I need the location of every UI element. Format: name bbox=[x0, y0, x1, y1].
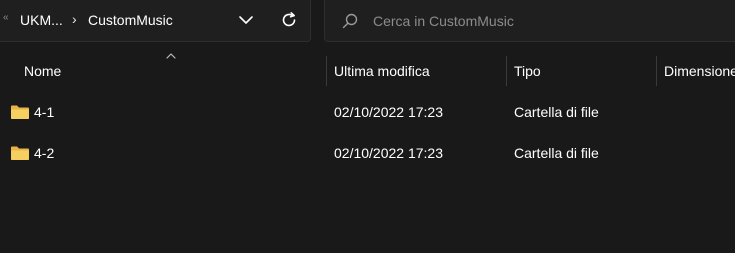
search-box[interactable] bbox=[324, 0, 735, 42]
file-modified: 02/10/2022 17:23 bbox=[334, 104, 443, 120]
file-modified: 02/10/2022 17:23 bbox=[334, 145, 443, 161]
search-input[interactable] bbox=[373, 10, 733, 32]
column-divider[interactable] bbox=[656, 56, 657, 86]
file-type: Cartella di file bbox=[514, 104, 599, 120]
file-explorer-window: « UKM... › CustomMusic Nome Ultima modif… bbox=[0, 0, 735, 253]
breadcrumb-root[interactable]: UKM... bbox=[20, 12, 63, 28]
column-header-name[interactable]: Nome bbox=[24, 52, 324, 90]
column-divider[interactable] bbox=[326, 56, 327, 86]
search-icon bbox=[342, 13, 358, 29]
folder-icon bbox=[11, 146, 29, 160]
overflow-crumbs-button[interactable]: « bbox=[3, 12, 9, 23]
file-name[interactable]: 4-1 bbox=[34, 92, 54, 132]
breadcrumb-current[interactable]: CustomMusic bbox=[88, 12, 173, 28]
column-headers: Nome Ultima modifica Tipo Dimensione bbox=[0, 52, 735, 90]
column-header-size[interactable]: Dimensione bbox=[664, 52, 735, 90]
chevron-down-icon[interactable] bbox=[236, 10, 256, 30]
breadcrumb-separator-icon[interactable]: › bbox=[72, 11, 77, 27]
file-name[interactable]: 4-2 bbox=[34, 133, 54, 173]
file-type: Cartella di file bbox=[514, 145, 599, 161]
folder-icon bbox=[11, 105, 29, 119]
column-header-modified[interactable]: Ultima modifica bbox=[334, 52, 504, 90]
file-row[interactable]: 4-2 02/10/2022 17:23 Cartella di file bbox=[0, 133, 735, 173]
column-divider[interactable] bbox=[506, 56, 507, 86]
file-row[interactable]: 4-1 02/10/2022 17:23 Cartella di file bbox=[0, 92, 735, 132]
column-header-type[interactable]: Tipo bbox=[514, 52, 654, 90]
address-bar[interactable]: « UKM... › CustomMusic bbox=[0, 0, 311, 42]
refresh-icon[interactable] bbox=[279, 10, 299, 30]
